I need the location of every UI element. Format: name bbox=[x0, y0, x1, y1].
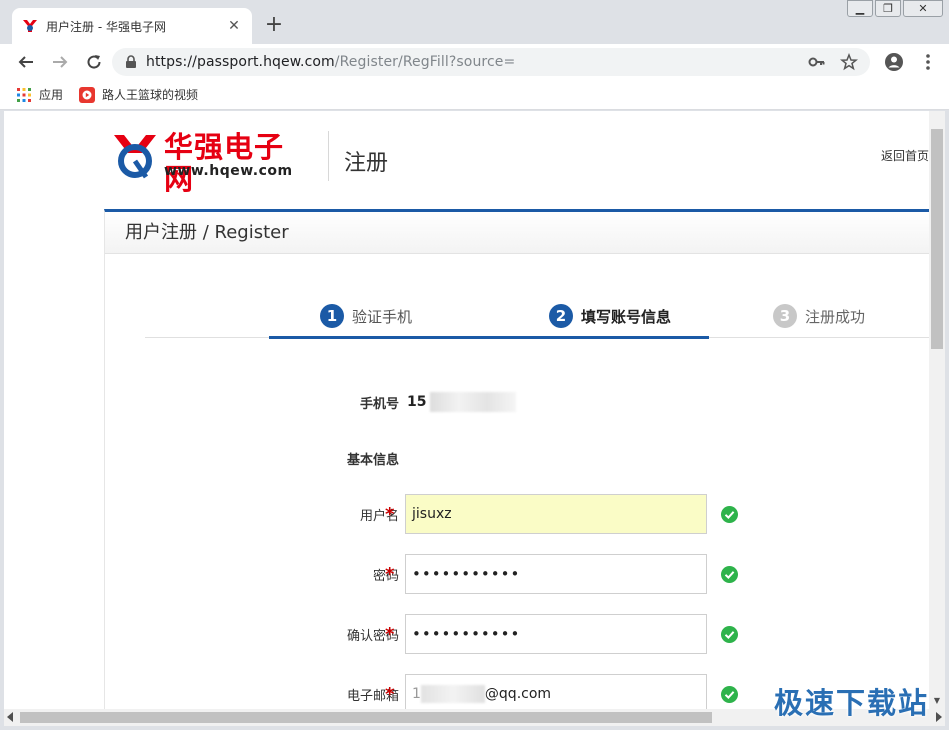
browser-tab[interactable]: 用户注册 - 华强电子网 ✕ bbox=[12, 8, 252, 44]
account-icon[interactable] bbox=[883, 51, 905, 73]
required-mark: * bbox=[385, 503, 395, 525]
vertical-scroll-thumb[interactable] bbox=[931, 129, 943, 349]
minimize-button[interactable]: ▁ bbox=[847, 0, 873, 17]
confirm-password-row: 确认密码 * ••••••••••• bbox=[105, 614, 929, 654]
step-number: 3 bbox=[773, 304, 797, 328]
step-success: 3 注册成功 bbox=[773, 294, 865, 338]
username-row: 用户名 * jisuxz bbox=[105, 494, 929, 534]
logo-en-text: www.hqew.com bbox=[164, 163, 293, 179]
scroll-right-arrow-icon[interactable] bbox=[936, 712, 942, 722]
browser-toolbar: https://passport.hqew.com/Register/RegFi… bbox=[0, 44, 949, 80]
check-icon bbox=[721, 625, 738, 643]
new-tab-button[interactable]: + bbox=[262, 14, 286, 38]
step-indicator: 1 验证手机 2 填写账号信息 3 注册成功 bbox=[145, 294, 929, 339]
site-favicon-icon bbox=[23, 20, 37, 32]
step-number: 2 bbox=[549, 304, 573, 328]
tab-strip: 用户注册 - 华强电子网 ✕ + ▁ ❐ ✕ bbox=[0, 0, 949, 44]
back-button[interactable] bbox=[12, 48, 40, 76]
key-icon[interactable] bbox=[808, 53, 826, 71]
password-row: 密码 * ••••••••••• bbox=[105, 554, 929, 594]
lock-icon bbox=[126, 55, 136, 68]
password-input[interactable]: ••••••••••• bbox=[405, 554, 707, 594]
required-mark: * bbox=[385, 563, 395, 585]
menu-dots-icon[interactable] bbox=[917, 51, 939, 73]
apps-grid-icon bbox=[17, 87, 31, 102]
scroll-down-arrow-icon[interactable]: ▼ bbox=[929, 693, 945, 709]
panel-title: 用户注册 / Register bbox=[105, 212, 929, 254]
active-step-underline bbox=[269, 336, 709, 339]
phone-row: 手机号 15 bbox=[105, 382, 929, 422]
site-logo[interactable]: 华强电子网 www.hqew.com bbox=[112, 129, 312, 195]
star-icon[interactable] bbox=[840, 53, 858, 71]
step-label: 注册成功 bbox=[805, 307, 866, 326]
reload-icon bbox=[87, 55, 101, 69]
register-panel: 用户注册 / Register I 1 验证手机 2 填写账号信息 3 注册成功… bbox=[104, 209, 929, 709]
section-label: 基本信息 bbox=[346, 452, 399, 468]
confirm-password-input[interactable]: ••••••••••• bbox=[405, 614, 707, 654]
vertical-scrollbar[interactable]: ▼ bbox=[929, 111, 945, 709]
bookmark-label: 应用 bbox=[39, 88, 64, 102]
step-verify-phone: 1 验证手机 bbox=[320, 294, 412, 338]
horizontal-scroll-thumb[interactable] bbox=[20, 712, 712, 723]
step-fill-info: 2 填写账号信息 bbox=[549, 294, 671, 338]
close-tab-icon[interactable]: ✕ bbox=[226, 18, 242, 34]
watermark: 极速下载站 bbox=[774, 686, 930, 720]
window-controls: ▁ ❐ ✕ bbox=[845, 0, 943, 18]
required-mark: * bbox=[385, 623, 395, 645]
basic-info-row: 基本信息 bbox=[105, 438, 929, 478]
hqew-logo-icon bbox=[114, 135, 156, 179]
toolbar-right bbox=[871, 51, 939, 73]
check-icon bbox=[721, 565, 738, 583]
email-input[interactable]: 1 @qq.com bbox=[405, 674, 707, 709]
arrow-right-icon bbox=[53, 56, 68, 68]
restore-button[interactable]: ❐ bbox=[875, 0, 901, 17]
masked-digits bbox=[430, 392, 517, 412]
check-icon bbox=[721, 685, 738, 703]
url-text: https://passport.hqew.com/Register/RegFi… bbox=[146, 54, 516, 70]
masked-email bbox=[420, 685, 485, 703]
bookmark-video[interactable]: 路人王篮球的视频 bbox=[79, 86, 198, 103]
bookmarks-bar: 应用 路人王篮球的视频 bbox=[0, 80, 949, 110]
page-viewport: 华强电子网 www.hqew.com 注册 返回首页 用户注册 / Regist… bbox=[4, 111, 929, 709]
required-mark: * bbox=[385, 683, 395, 705]
scroll-left-arrow-icon[interactable] bbox=[7, 712, 13, 722]
close-window-button[interactable]: ✕ bbox=[903, 0, 943, 17]
step-label: 验证手机 bbox=[352, 307, 413, 326]
phone-value: 15 bbox=[407, 392, 517, 412]
tab-title: 用户注册 - 华强电子网 bbox=[46, 19, 166, 34]
home-link[interactable]: 返回首页 bbox=[881, 147, 929, 164]
step-label: 填写账号信息 bbox=[581, 307, 672, 326]
check-icon bbox=[721, 505, 738, 523]
forward-button[interactable] bbox=[46, 48, 74, 76]
bookmark-apps[interactable]: 应用 bbox=[16, 86, 63, 103]
header-divider bbox=[328, 131, 329, 181]
phone-label: 手机号 bbox=[359, 396, 399, 412]
page-title: 注册 bbox=[344, 151, 389, 176]
username-input[interactable]: jisuxz bbox=[405, 494, 707, 534]
video-play-icon bbox=[79, 86, 96, 103]
arrow-left-icon bbox=[18, 56, 33, 68]
reload-button[interactable] bbox=[80, 48, 108, 76]
step-number: 1 bbox=[320, 304, 344, 328]
address-bar[interactable]: https://passport.hqew.com/Register/RegFi… bbox=[112, 48, 870, 76]
bookmark-label: 路人王篮球的视频 bbox=[102, 88, 199, 102]
